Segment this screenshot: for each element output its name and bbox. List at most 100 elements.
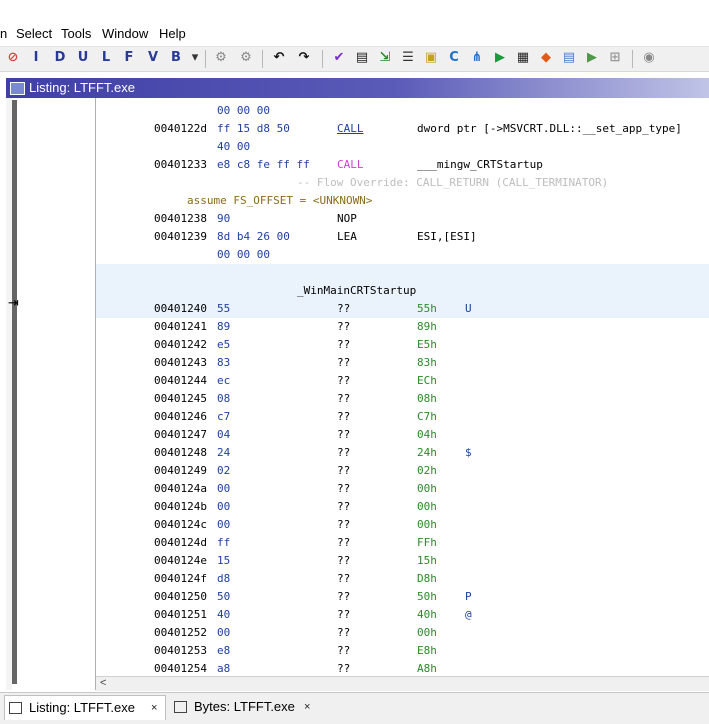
byte-values: 50 <box>217 590 231 603</box>
flow-override-comment: -- Flow Override: CALL_RETURN (CALL_TERM… <box>297 176 609 189</box>
close-icon[interactable]: × <box>151 696 157 720</box>
menu-item-tools[interactable]: Tools <box>61 26 91 41</box>
dropdown-icon[interactable]: ▾ <box>187 50 203 66</box>
address: 00401247 <box>154 428 207 441</box>
scroll-left-icon[interactable]: < <box>100 677 106 689</box>
listing-row[interactable]: 00401242 e5?? E5h <box>96 336 709 354</box>
listing-row[interactable]: 00401233 e8 c8 fe ff ff CALL ___mingw_CRTSt… <box>96 156 709 174</box>
address: 00401252 <box>154 626 207 639</box>
listing-row[interactable]: 00401244 ec?? ECh <box>96 372 709 390</box>
diamond-icon[interactable]: ◆ <box>538 50 554 66</box>
function-f-icon[interactable]: F <box>121 50 137 66</box>
listing-row[interactable]: 40 00 <box>96 138 709 156</box>
check-icon[interactable]: ✔ <box>331 50 347 66</box>
listing-row[interactable]: 0040124b 00?? 00h <box>96 498 709 516</box>
mnemonic: ?? <box>337 536 351 549</box>
listing-row[interactable]: 00401239 8d b4 26 00 LEA ESI,[ESI] <box>96 228 709 246</box>
mnemonic: ?? <box>337 446 351 459</box>
mnemonic: ?? <box>337 302 351 315</box>
listing-row[interactable]: 00401250 50?? 50h P <box>96 588 709 606</box>
data-types-icon[interactable]: ▣ <box>423 50 439 66</box>
gear-grey-icon[interactable]: ⚙ <box>213 50 229 66</box>
cf-icon[interactable]: C <box>446 50 462 66</box>
listing-row[interactable]: 0040124d ff?? FFh <box>96 534 709 552</box>
instruction-i-icon[interactable]: I <box>28 50 44 66</box>
listing-row[interactable]: assume FS_OFFSET = <UNKNOWN> <box>96 192 709 210</box>
tab-listing[interactable]: Listing: LTFFT.exe × <box>4 695 166 720</box>
byte-values: e8 <box>217 644 231 657</box>
table-icon[interactable]: ▤ <box>561 50 577 66</box>
operand: ESI,[ESI] <box>417 230 477 243</box>
v-icon[interactable]: V <box>145 50 161 66</box>
address: 00401250 <box>154 590 207 603</box>
list-icon[interactable]: ☰ <box>400 50 416 66</box>
listing-row[interactable]: 00401251 40?? 40h @ <box>96 606 709 624</box>
menu-item-select[interactable]: Select <box>16 26 52 41</box>
operand: 04h <box>417 428 437 441</box>
toolbar-separator <box>262 50 263 68</box>
undo-icon[interactable]: ↶ <box>271 50 287 66</box>
menu-item-window[interactable]: Window <box>102 26 148 41</box>
export-icon[interactable]: ⇲ <box>377 50 393 66</box>
listing-row[interactable]: 00401247 04?? 04h <box>96 426 709 444</box>
listing-row[interactable]: 00 00 00 <box>96 102 709 120</box>
address: 0040124b <box>154 500 207 513</box>
play-icon[interactable]: ▶ <box>492 50 508 66</box>
listing-row[interactable]: 00401245 08?? 08h <box>96 390 709 408</box>
menu-item-edit[interactable]: n <box>0 26 7 41</box>
listing-row[interactable]: 0040124e 15?? 15h <box>96 552 709 570</box>
listing-row[interactable]: 00401238 90 NOP <box>96 210 709 228</box>
byte-values: ec <box>217 374 231 387</box>
listing-row[interactable]: 00401252 00?? 00h <box>96 624 709 642</box>
menu-item-help[interactable]: Help <box>159 26 186 41</box>
address: 00401253 <box>154 644 207 657</box>
chip-icon[interactable]: ▦ <box>515 50 531 66</box>
b-icon[interactable]: B <box>168 50 184 66</box>
horizontal-scrollbar[interactable]: < <box>96 676 709 691</box>
mnemonic: ?? <box>337 590 351 603</box>
operand: 55h <box>417 302 437 315</box>
listing-row[interactable]: 00401240 55?? 55h U <box>96 300 709 318</box>
listing-row[interactable]: 00401248 24?? 24h $ <box>96 444 709 462</box>
tree-icon[interactable]: ⋔ <box>469 50 485 66</box>
tab-bytes[interactable]: Bytes: LTFFT.exe × <box>170 695 320 719</box>
listing-row[interactable]: 00401249 02?? 02h <box>96 462 709 480</box>
listing-row[interactable]: 0040124f d8?? D8h <box>96 570 709 588</box>
network-icon[interactable]: ⊞ <box>607 50 623 66</box>
listing-row[interactable] <box>96 264 709 282</box>
listing-row[interactable]: 0040122d ff 15 d8 50 CALL dword ptr [->MSVC… <box>96 120 709 138</box>
byte-values: ff <box>217 536 231 549</box>
data-d-icon[interactable]: D <box>52 50 68 66</box>
script-icon[interactable]: ▶ <box>584 50 600 66</box>
gear-grey2-icon[interactable]: ⚙ <box>238 50 254 66</box>
marker-bar[interactable] <box>12 100 17 684</box>
byte-values: 40 00 <box>217 140 251 153</box>
byte-values: 00 <box>217 518 231 531</box>
label-l-icon[interactable]: L <box>98 50 114 66</box>
toolbar-separator <box>632 50 633 68</box>
bytes-icon[interactable]: ▤ <box>354 50 370 66</box>
byte-values: 15 <box>217 554 231 567</box>
close-icon[interactable]: × <box>304 695 310 719</box>
circle-stop-icon[interactable]: ⊘ <box>5 50 21 66</box>
address: 00401244 <box>154 374 207 387</box>
listing-row[interactable]: 00401246 c7?? C7h <box>96 408 709 426</box>
byte-values: 89 <box>217 320 231 333</box>
address: 00401233 <box>154 158 207 171</box>
listing-row[interactable]: 0040124a 00?? 00h <box>96 480 709 498</box>
listing-row[interactable]: 0040124c 00?? 00h <box>96 516 709 534</box>
mnemonic: LEA <box>337 230 357 243</box>
redo-icon[interactable]: ↷ <box>296 50 312 66</box>
listing-row[interactable]: 00 00 00 <box>96 246 709 264</box>
comment-icon[interactable]: ◉ <box>641 50 657 66</box>
byte-values: e8 c8 fe ff ff <box>217 158 310 171</box>
listing-row[interactable]: 00401241 89?? 89h <box>96 318 709 336</box>
listing-panel[interactable]: ⇥ 00 00 00 0040122d ff 15 d8 50 CALL dword p… <box>6 98 709 691</box>
operand: 00h <box>417 482 437 495</box>
listing-row[interactable]: -- Flow Override: CALL_RETURN (CALL_TERM… <box>96 174 709 192</box>
undefined-u-icon[interactable]: U <box>75 50 91 66</box>
listing-row[interactable]: 00401253 e8?? E8h <box>96 642 709 660</box>
listing-row[interactable]: 00401243 83?? 83h <box>96 354 709 372</box>
listing-row[interactable]: _WinMainCRTStartup <box>96 282 709 300</box>
operand: ___mingw_CRTStartup <box>417 158 543 171</box>
